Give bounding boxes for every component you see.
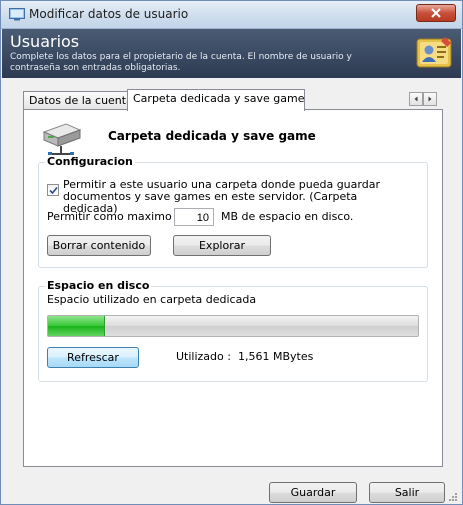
tab-account-data[interactable]: Datos de la cuenta	[23, 91, 133, 109]
explore-button[interactable]: Explorar	[173, 235, 271, 256]
arrow-left-icon	[414, 96, 418, 102]
checkmark-icon	[49, 186, 58, 195]
tab-scroll-right-button[interactable]	[423, 92, 437, 106]
clear-content-button[interactable]: Borrar contenido	[47, 235, 151, 256]
save-button[interactable]: Guardar	[269, 482, 357, 503]
app-icon	[9, 7, 25, 24]
header-title: Usuarios	[10, 32, 80, 51]
exit-button[interactable]: Salir	[369, 482, 445, 503]
disk-space-group: Espacio en disco Espacio utilizado en ca…	[38, 279, 428, 382]
used-label: Utilizado :	[176, 350, 231, 363]
section-title: Carpeta dedicada y save game	[108, 129, 316, 143]
tab-scroll-left-button[interactable]	[409, 92, 423, 106]
user-id-card-icon	[415, 33, 455, 76]
disk-space-legend: Espacio en disco	[45, 279, 152, 292]
disk-usage-progress-fill	[48, 316, 105, 336]
tab-dedicated-folder[interactable]: Carpeta dedicada y save game	[127, 89, 305, 111]
refresh-button[interactable]: Refrescar	[47, 347, 139, 368]
tab-label: Carpeta dedicada y save game	[133, 92, 305, 105]
title-bar[interactable]: Modificar datos de usuario	[1, 1, 462, 29]
config-legend: Configuracion	[45, 155, 135, 168]
close-button[interactable]	[416, 4, 456, 22]
config-group: Configuracion Permitir a este usuario un…	[38, 155, 428, 268]
arrow-right-icon	[428, 96, 432, 102]
header-banner: Usuarios Complete los datos para el prop…	[2, 29, 461, 78]
max-space-unit: MB de espacio en disco.	[221, 210, 354, 223]
dedicated-folder-checkbox[interactable]	[47, 184, 59, 196]
resize-grip-icon[interactable]	[448, 492, 458, 505]
max-space-input[interactable]	[174, 208, 214, 226]
close-icon	[431, 8, 441, 18]
header-description: Complete los datos para el propietario d…	[10, 52, 352, 73]
tab-panel: Carpeta dedicada y save game Configuraci…	[23, 109, 443, 467]
window-title: Modificar datos de usuario	[29, 7, 189, 21]
dialog-window: Modificar datos de usuario Usuarios Comp…	[0, 0, 463, 505]
used-value: 1,561 MBytes	[238, 350, 314, 363]
tab-label: Datos de la cuenta	[29, 94, 133, 107]
disk-usage-progress-bar	[47, 315, 419, 337]
max-space-label: Permitir como maximo	[47, 210, 172, 223]
usage-label: Espacio utilizado en carpeta dedicada	[47, 293, 257, 306]
tab-strip: Datos de la cuenta Carpeta dedicada y sa…	[23, 89, 443, 111]
